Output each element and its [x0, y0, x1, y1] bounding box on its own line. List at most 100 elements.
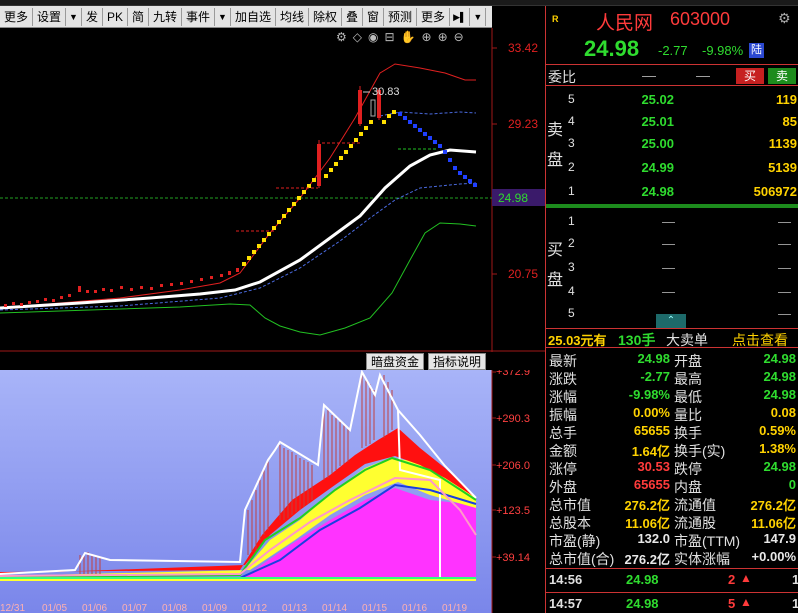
- lock-icon[interactable]: ⊟: [384, 30, 394, 44]
- bid-row[interactable]: 4— —: [546, 282, 798, 302]
- toolbar-send-button[interactable]: 发: [82, 7, 103, 26]
- ask-row[interactable]: 3 25.00 1139: [546, 134, 798, 154]
- big-order-row: 25.03元有 130手 大卖单 点击查看: [546, 328, 798, 348]
- toolbar-window-button[interactable]: 窗: [363, 7, 385, 26]
- ask-row[interactable]: 1 24.98 506972: [546, 182, 798, 202]
- ask-row[interactable]: 4 25.01 85: [546, 112, 798, 132]
- order-diff-value: —: [696, 67, 710, 83]
- sub-axis-label: +290.3: [496, 413, 530, 425]
- diamond-icon[interactable]: ◇: [353, 30, 362, 44]
- bid-row[interactable]: 2— —: [546, 234, 798, 254]
- quote-value: -9.98%: [628, 387, 670, 402]
- date-label: 01/19: [442, 603, 467, 613]
- quote-row: 总股本 11.06亿 流通股 11.06亿: [546, 512, 798, 531]
- indicator-bar: 暗盘资金 指标说明: [0, 352, 490, 370]
- quote-row: 总市值(合) 276.2亿 实体涨幅 +0.00%: [546, 548, 798, 567]
- tick-row: 14:56 24.98 2 ▲ 1: [546, 568, 798, 590]
- date-label: 01/07: [122, 603, 147, 613]
- big-order-hands: 130手: [618, 332, 656, 348]
- date-label: 01/08: [162, 603, 187, 613]
- date-label: 01/16: [402, 603, 427, 613]
- quote-value: 24.98: [763, 351, 796, 366]
- zoom-in-icon[interactable]: ⊕: [438, 30, 448, 44]
- quote-value: 24.98: [637, 351, 670, 366]
- last-price: 24.98: [584, 36, 640, 61]
- up-arrow-icon: ▲: [740, 595, 752, 609]
- toolbar-dropdown-icon[interactable]: ▼: [66, 7, 82, 26]
- up-arrow-icon: ▲: [740, 571, 752, 585]
- quote-row: 振幅 0.00% 量比 0.08: [546, 404, 798, 423]
- quote-value: 147.9: [763, 531, 796, 546]
- stock-header: R 人民网 603000 ⚙ 24.98 -2.77 -9.98% 陆: [546, 6, 798, 66]
- crosshair-icon[interactable]: ⊕: [422, 30, 432, 44]
- eye-icon[interactable]: ◉: [368, 30, 378, 44]
- toolbar-collapse-icon[interactable]: ▶▌: [450, 7, 471, 26]
- quote-row: 总市值 276.2亿 流通值 276.2亿: [546, 494, 798, 513]
- sub-axis-label: +206.0: [496, 460, 530, 472]
- quote-row: 涨幅 -9.98% 最低 24.98: [546, 386, 798, 405]
- view-detail-link[interactable]: 点击查看: [732, 330, 788, 350]
- dark-pool-funds-button[interactable]: 暗盘资金: [366, 353, 425, 370]
- market-logo: R: [552, 14, 559, 24]
- quote-value: 0.08: [770, 405, 796, 420]
- toolbar-events-button[interactable]: 事件: [182, 7, 216, 26]
- chart-tools: ⚙ ◇ ◉ ⊟ ✋ ⊕ ⊕ ⊖: [336, 30, 464, 44]
- quote-value: -2.77: [640, 369, 670, 384]
- quote-value: 24.98: [763, 387, 796, 402]
- price-chart[interactable]: 30.83 33.42 29.23 24.98 20.75: [0, 28, 545, 352]
- ask-row[interactable]: 5 25.02 119: [546, 90, 798, 110]
- bid-row[interactable]: 1— —: [546, 212, 798, 232]
- quote-value: 65655: [633, 423, 670, 438]
- date-label: 01/13: [282, 603, 307, 613]
- zoom-out-icon[interactable]: ⊖: [454, 30, 464, 44]
- pan-icon[interactable]: ✋: [401, 30, 416, 44]
- gear-icon[interactable]: ⚙: [778, 10, 791, 27]
- toolbar-moving-average-button[interactable]: 均线: [276, 7, 309, 26]
- dark-pool-chart[interactable]: +372.9 +290.3 +206.0 +123.5 +39.14 12/31…: [0, 370, 545, 613]
- quote-row: 涨跌 -2.77 最高 24.98: [546, 368, 798, 387]
- order-ratio-row: 委比 — — 买 卖: [546, 64, 798, 86]
- quote-row: 涨停 30.53 跌停 24.98: [546, 458, 798, 477]
- order-ratio-label: 委比: [548, 69, 576, 85]
- price-change: -2.77: [658, 43, 688, 58]
- buy-button[interactable]: 买: [736, 68, 764, 84]
- toolbar-dropdown-icon-3[interactable]: ▼: [470, 7, 487, 26]
- toolbar-more-button-2[interactable]: 更多: [417, 7, 451, 26]
- date-label: 01/12: [242, 603, 267, 613]
- price-change-percent: -9.98%: [702, 43, 744, 58]
- date-label: 01/14: [322, 603, 347, 613]
- quote-value: +0.00%: [751, 549, 796, 564]
- quote-value: 276.2亿: [624, 552, 670, 567]
- toolbar-add-watchlist-button[interactable]: 加自选: [231, 7, 276, 26]
- order-ratio-value: —: [642, 67, 656, 83]
- bid-row[interactable]: 3— —: [546, 258, 798, 278]
- stock-code: 603000: [670, 9, 731, 29]
- toolbar-simple-button[interactable]: 简: [128, 7, 149, 26]
- quote-value: 30.53: [637, 459, 670, 474]
- sell-button[interactable]: 卖: [768, 68, 796, 84]
- toolbar-ex-rights-button[interactable]: 除权: [309, 7, 342, 26]
- toolbar-pk-button[interactable]: PK: [103, 7, 128, 26]
- date-label: 01/15: [362, 603, 387, 613]
- settings-gear-icon[interactable]: ⚙: [336, 30, 347, 44]
- big-order-price: 25.03元有: [548, 333, 607, 348]
- ask-row[interactable]: 2 24.99 5139: [546, 158, 798, 178]
- date-label: 12/31: [0, 603, 25, 613]
- toolbar-forecast-button[interactable]: 预测: [384, 7, 418, 26]
- expand-chevron-icon[interactable]: ⌃: [656, 314, 686, 328]
- quote-row: 市盈(静) 132.0 市盈(TTM) 147.9: [546, 530, 798, 549]
- quote-value: 65655: [633, 477, 670, 492]
- quote-value: 0: [788, 477, 796, 492]
- toolbar-settings-button[interactable]: 设置: [33, 7, 67, 26]
- toolbar-nine-turn-button[interactable]: 九转: [149, 7, 183, 26]
- toolbar-overlay-button[interactable]: 叠: [342, 7, 364, 26]
- quote-label: 总市值(合): [549, 551, 615, 567]
- toolbar-more-button-1[interactable]: 更多: [0, 7, 34, 26]
- date-label: 01/09: [202, 603, 227, 613]
- indicator-help-button[interactable]: 指标说明: [428, 353, 487, 370]
- quote-row: 最新 24.98 开盘 24.98: [546, 350, 798, 369]
- sub-axis-label: +123.5: [496, 505, 530, 517]
- order-book-divider: [546, 204, 798, 208]
- toolbar-dropdown-icon-2[interactable]: ▼: [215, 7, 231, 26]
- peak-price-label: 30.83: [372, 86, 400, 98]
